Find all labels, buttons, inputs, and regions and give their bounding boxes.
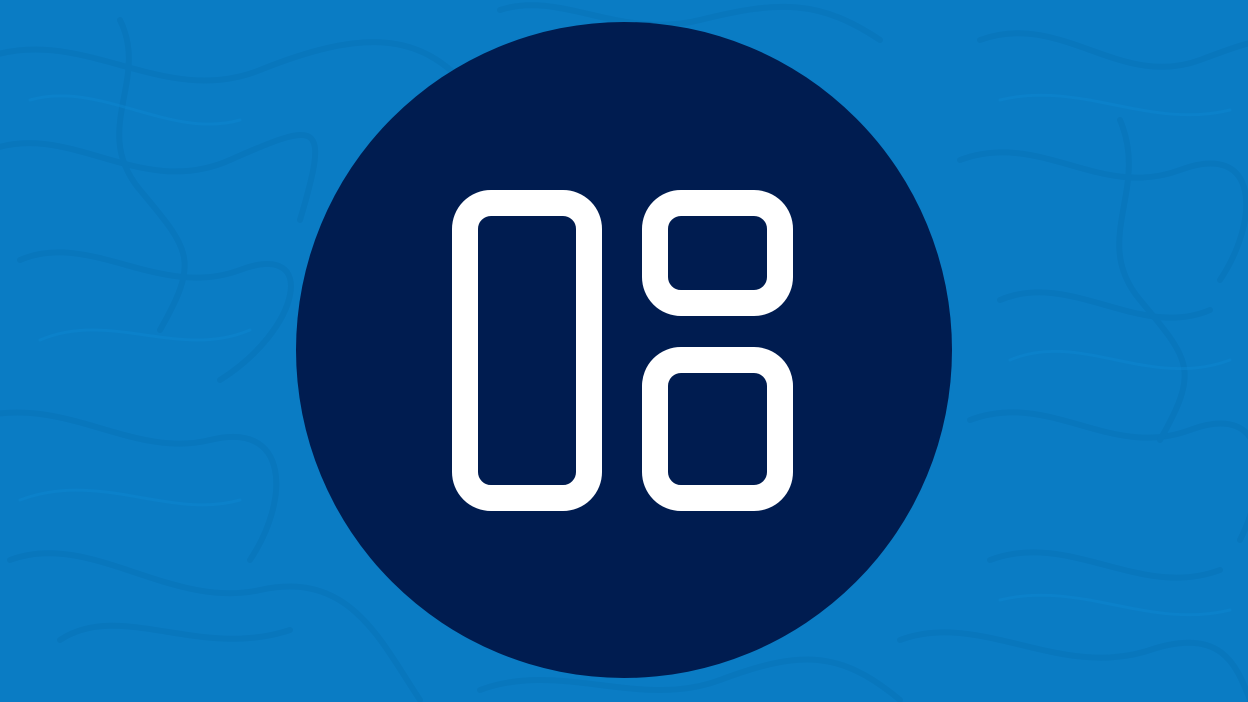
hero-graphic [0,0,1248,702]
layout-grid-icon [452,190,793,511]
bottom-square-shape [642,347,793,511]
tall-panel-shape [452,190,602,511]
top-square-shape [642,190,793,316]
